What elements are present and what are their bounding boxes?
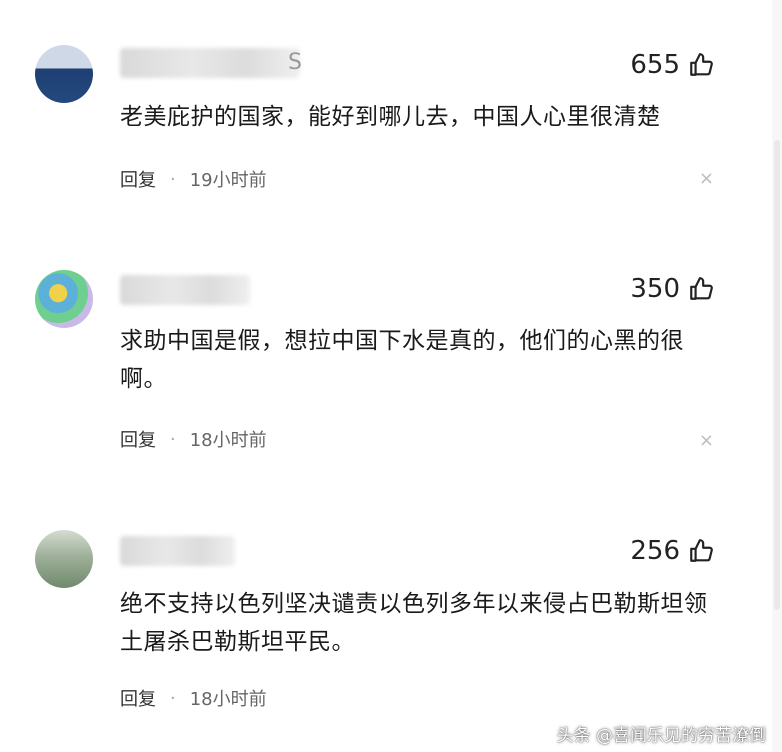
like-button[interactable]: 350: [630, 274, 714, 304]
close-icon[interactable]: ×: [699, 168, 714, 189]
timestamp: 18小时前: [189, 689, 267, 710]
separator-dot: ·: [170, 168, 176, 190]
comment-meta: 回复 · 18小时前: [120, 426, 267, 452]
username-blurred[interactable]: [120, 48, 300, 78]
timestamp: 19小时前: [189, 170, 267, 191]
scrollbar-thumb[interactable]: [774, 140, 780, 610]
comment-text: 绝不支持以色列坚决谴责以色列多年以来侵占巴勒斯坦领土屠杀巴勒斯坦平民。: [120, 591, 708, 655]
scrollbar[interactable]: [772, 0, 782, 752]
reply-button[interactable]: 回复: [120, 685, 156, 711]
avatar[interactable]: [35, 45, 93, 103]
username-blurred[interactable]: [120, 536, 235, 566]
avatar[interactable]: [35, 530, 93, 588]
like-button[interactable]: 655: [630, 50, 714, 80]
thumbs-up-icon: [690, 539, 713, 562]
username[interactable]: S: [288, 50, 302, 75]
reply-button[interactable]: 回复: [120, 426, 156, 452]
separator-dot: ·: [170, 687, 176, 709]
separator-dot: ·: [170, 428, 176, 450]
reply-button[interactable]: 回复: [120, 166, 156, 192]
watermark: 头条 @喜闻乐见的穷苦潦倒: [556, 726, 766, 746]
like-count: 256: [630, 536, 680, 566]
comment-text: 老美庇护的国家，能好到哪儿去，中国人心里很清楚: [120, 104, 661, 130]
like-count: 655: [630, 50, 680, 80]
avatar[interactable]: [35, 270, 93, 328]
like-count: 350: [630, 274, 680, 304]
close-icon[interactable]: ×: [699, 430, 714, 451]
thumbs-up-icon: [690, 53, 713, 76]
timestamp: 18小时前: [189, 430, 267, 451]
comment-text: 求助中国是假，想拉中国下水是真的，他们的心黑的很啊。: [120, 328, 684, 392]
like-button[interactable]: 256: [630, 536, 714, 566]
comment-meta: 回复 · 19小时前: [120, 166, 267, 192]
comment-meta: 回复 · 18小时前: [120, 685, 267, 711]
thumbs-up-icon: [690, 277, 713, 300]
username-blurred[interactable]: [120, 275, 250, 305]
